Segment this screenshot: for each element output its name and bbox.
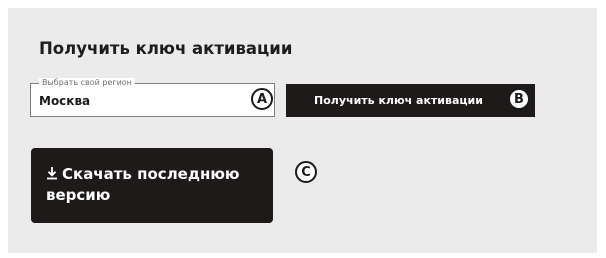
callout-marker-a: A <box>251 88 273 110</box>
region-select[interactable]: Выбрать свой регион Москва <box>30 78 275 117</box>
callout-marker-c: C <box>295 161 317 183</box>
download-icon <box>46 165 58 180</box>
callout-marker-b: B <box>508 88 530 110</box>
download-latest-version-button[interactable]: Скачать последнюю версию <box>31 148 273 223</box>
get-activation-key-button[interactable]: Получить ключ активации <box>286 84 535 117</box>
page-title: Получить ключ активации <box>39 39 293 58</box>
region-select-value: Москва <box>39 94 91 108</box>
region-select-label: Выбрать свой регион <box>39 78 135 88</box>
download-latest-version-label: Скачать последнюю версию <box>46 165 240 204</box>
get-activation-key-label: Получить ключ активации <box>314 94 483 107</box>
